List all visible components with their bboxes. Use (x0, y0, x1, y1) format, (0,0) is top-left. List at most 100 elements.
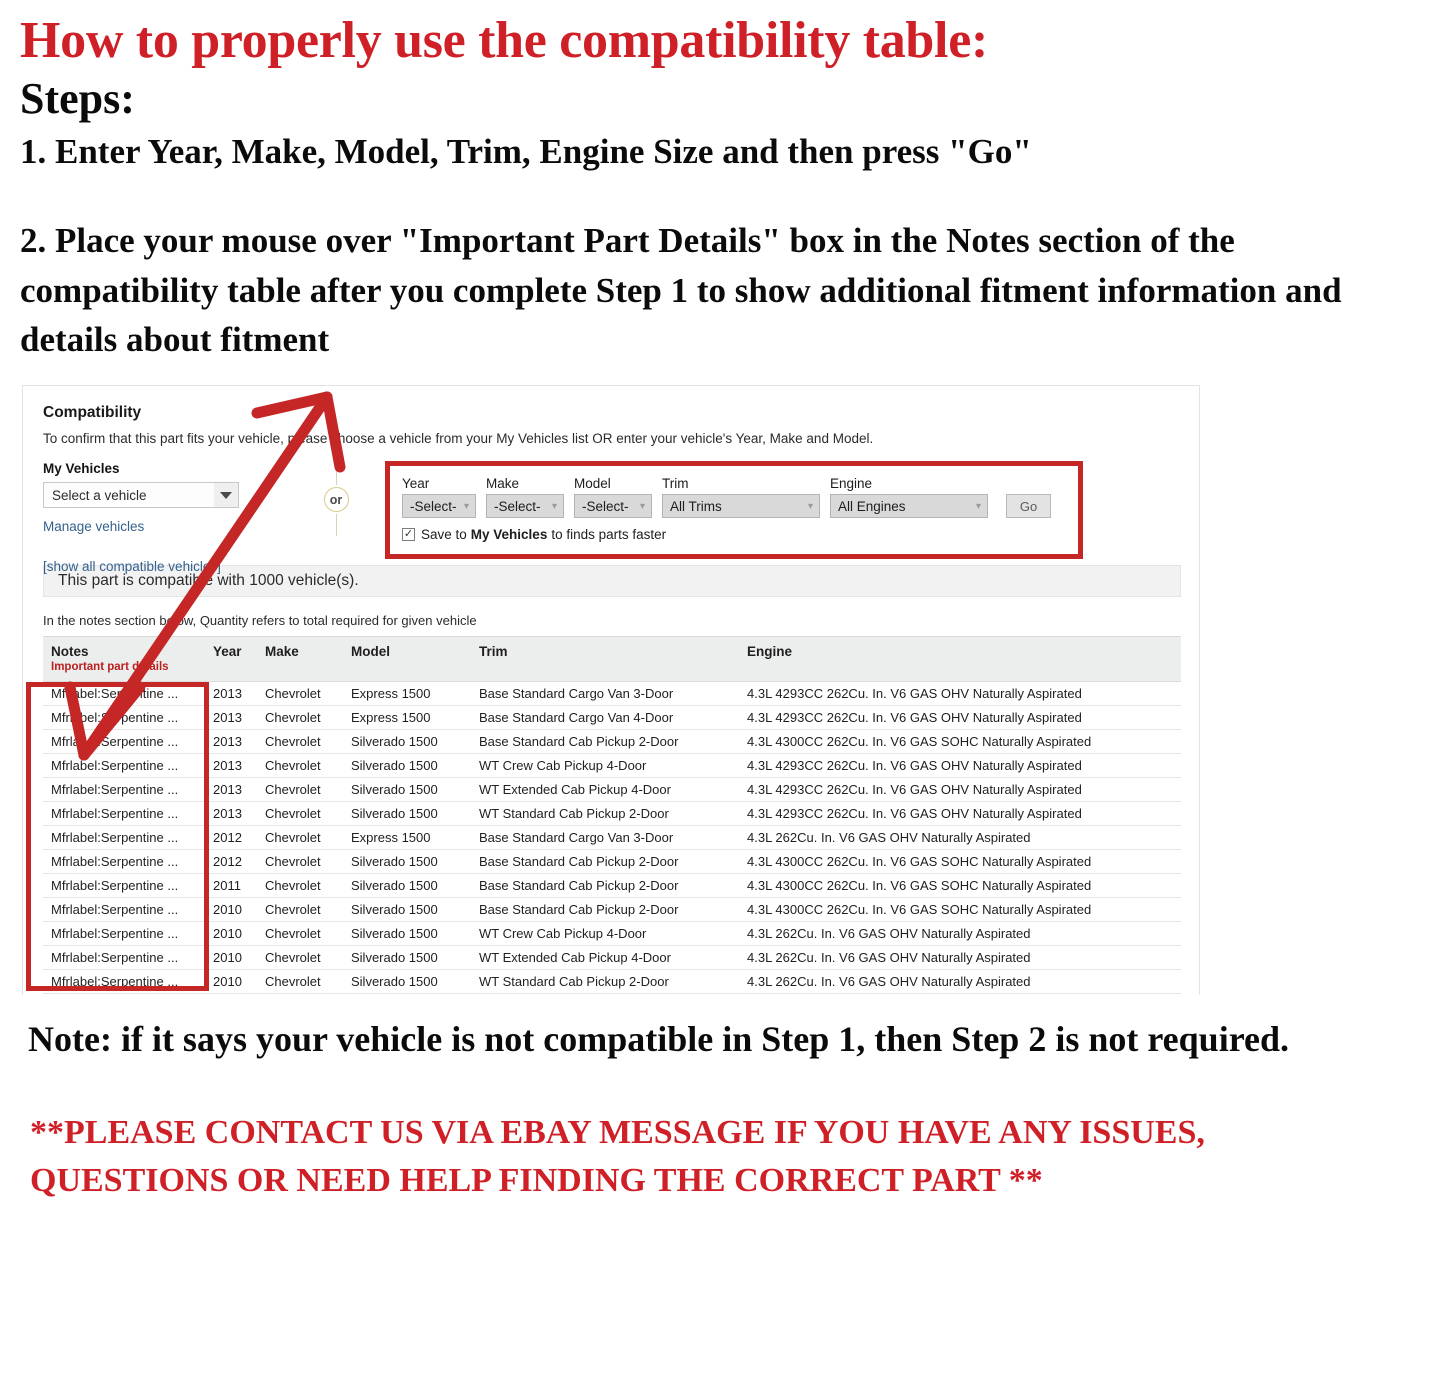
cell-engine: 4.3L 4293CC 262Cu. In. V6 GAS OHV Natura… (739, 801, 1181, 827)
column-header-model: Model (343, 636, 471, 683)
step-1-text: 1. Enter Year, Make, Model, Trim, Engine… (20, 132, 1032, 172)
vehicle-chooser-row: My Vehicles Select a vehicle Manage vehi… (43, 461, 1179, 574)
year-select-value: -Select- (410, 498, 457, 514)
cell-make: Chevrolet (257, 801, 343, 827)
chevron-down-icon (214, 483, 238, 508)
ymm-selector-row: Year -Select- ▾ Make -Select- ▾ Model -S… (402, 476, 1066, 519)
chevron-down-icon: ▾ (975, 500, 982, 512)
cell-year: 2010 (205, 921, 257, 947)
cell-make: Chevrolet (257, 729, 343, 755)
show-all-compatible-vehicles-link[interactable]: [show all compatible vehicles] (43, 559, 293, 574)
cell-notes[interactable]: Mfrlabel:Serpentine ... (43, 921, 205, 947)
cell-trim: WT Extended Cab Pickup 4-Door (471, 777, 739, 803)
column-header-notes-label: Notes (51, 644, 89, 660)
model-select-value: -Select- (582, 498, 629, 514)
save-text-after: to finds parts faster (551, 527, 667, 543)
table-row: Mfrlabel:Serpentine ... 2010 Chevrolet Silv… (43, 897, 1181, 923)
or-badge: or (323, 487, 349, 513)
cell-model: Silverado 1500 (343, 849, 471, 875)
or-divider-line-top (335, 463, 337, 486)
make-select[interactable]: -Select- ▾ (486, 494, 564, 519)
cell-notes[interactable]: Mfrlabel:Serpentine ... (43, 873, 205, 899)
cell-notes[interactable]: Mfrlabel:Serpentine ... (43, 753, 205, 779)
cell-model: Silverado 1500 (343, 945, 471, 971)
cell-year: 2013 (205, 681, 257, 707)
page-title: How to properly use the compatibility ta… (20, 12, 988, 69)
cell-model: Silverado 1500 (343, 729, 471, 755)
cell-notes[interactable]: Mfrlabel:Serpentine ... (43, 705, 205, 731)
year-field-group: Year -Select- ▾ (402, 476, 476, 519)
year-label: Year (402, 476, 430, 492)
or-divider-line-bottom (335, 514, 337, 537)
save-text-before: Save to (421, 527, 467, 543)
model-field-group: Model -Select- ▾ (574, 476, 652, 519)
cell-year: 2010 (205, 945, 257, 971)
cell-make: Chevrolet (257, 969, 343, 995)
cell-model: Silverado 1500 (343, 753, 471, 779)
chevron-down-icon: ▾ (551, 500, 558, 512)
cell-trim: Base Standard Cargo Van 4-Door (471, 705, 739, 731)
trim-label: Trim (662, 476, 689, 492)
steps-heading: Steps: (20, 74, 135, 124)
cell-trim: Base Standard Cab Pickup 2-Door (471, 873, 739, 899)
cell-trim: WT Extended Cab Pickup 4-Door (471, 945, 739, 971)
save-vehicle-checkbox[interactable]: ✓ (402, 528, 415, 542)
cell-notes[interactable]: Mfrlabel:Serpentine ... (43, 897, 205, 923)
fitment-table-head: Notes Important part details Year Make M… (43, 636, 1181, 683)
cell-make: Chevrolet (257, 705, 343, 731)
compatibility-panel-wrapper: Compatibility To confirm that this part … (22, 385, 1200, 996)
cell-notes[interactable]: Mfrlabel:Serpentine ... (43, 945, 205, 971)
cell-year: 2012 (205, 825, 257, 851)
cell-notes[interactable]: Mfrlabel:Serpentine ... (43, 801, 205, 827)
year-select[interactable]: -Select- ▾ (402, 494, 476, 519)
cell-notes[interactable]: Mfrlabel:Serpentine ... (43, 729, 205, 755)
table-row: Mfrlabel:Serpentine ... 2013 Chevrolet Silv… (43, 753, 1181, 779)
cell-make: Chevrolet (257, 897, 343, 923)
save-text-bold: My Vehicles (470, 527, 548, 543)
cell-engine: 4.3L 4293CC 262Cu. In. V6 GAS OHV Natura… (739, 681, 1181, 707)
ymm-selector-highlight-box: Year -Select- ▾ Make -Select- ▾ Model -S… (385, 461, 1083, 560)
cell-model: Silverado 1500 (343, 921, 471, 947)
or-divider: or (293, 461, 379, 537)
notes-quantity-hint: In the notes section below, Quantity ref… (43, 613, 477, 629)
trim-select[interactable]: All Trims ▾ (662, 494, 820, 519)
model-select[interactable]: -Select- ▾ (574, 494, 652, 519)
cell-make: Chevrolet (257, 849, 343, 875)
save-to-my-vehicles-row: ✓ Save to My Vehicles to finds parts fas… (402, 527, 1066, 542)
cell-engine: 4.3L 4300CC 262Cu. In. V6 GAS SOHC Natur… (739, 897, 1181, 923)
cell-notes[interactable]: Mfrlabel:Serpentine ... (43, 825, 205, 851)
cell-make: Chevrolet (257, 777, 343, 803)
important-part-details-label: Important part details (51, 661, 169, 674)
go-button[interactable]: Go (1006, 494, 1051, 519)
trim-select-value: All Trims (670, 498, 722, 514)
cell-trim: Base Standard Cab Pickup 2-Door (471, 897, 739, 923)
column-header-notes: Notes Important part details (43, 636, 205, 683)
cell-notes[interactable]: Mfrlabel:Serpentine ... (43, 849, 205, 875)
cell-year: 2013 (205, 729, 257, 755)
table-row: Mfrlabel:Serpentine ... 2012 Chevrolet Silv… (43, 849, 1181, 875)
my-vehicles-select[interactable]: Select a vehicle (43, 482, 239, 509)
cell-engine: 4.3L 262Cu. In. V6 GAS OHV Naturally Asp… (739, 969, 1181, 995)
cell-make: Chevrolet (257, 921, 343, 947)
column-header-year: Year (205, 636, 257, 683)
cell-year: 2011 (205, 873, 257, 899)
cell-engine: 4.3L 262Cu. In. V6 GAS OHV Naturally Asp… (739, 921, 1181, 947)
cell-make: Chevrolet (257, 825, 343, 851)
manage-vehicles-link[interactable]: Manage vehicles (43, 519, 293, 534)
cell-year: 2013 (205, 753, 257, 779)
my-vehicles-column: My Vehicles Select a vehicle Manage vehi… (43, 461, 293, 574)
cell-notes[interactable]: Mfrlabel:Serpentine ... (43, 969, 205, 995)
chevron-down-icon: ▾ (639, 500, 646, 512)
cell-model: Express 1500 (343, 681, 471, 707)
table-row: Mfrlabel:Serpentine ... 2010 Chevrolet Silv… (43, 945, 1181, 971)
cell-trim: Base Standard Cargo Van 3-Door (471, 825, 739, 851)
table-row: Mfrlabel:Serpentine ... 2010 Chevrolet Silv… (43, 969, 1181, 995)
cell-engine: 4.3L 4300CC 262Cu. In. V6 GAS SOHC Natur… (739, 729, 1181, 755)
cell-notes[interactable]: Mfrlabel:Serpentine ... (43, 681, 205, 707)
cell-year: 2010 (205, 969, 257, 995)
make-field-group: Make -Select- ▾ (486, 476, 564, 519)
cell-year: 2013 (205, 801, 257, 827)
cell-trim: Base Standard Cargo Van 3-Door (471, 681, 739, 707)
engine-select[interactable]: All Engines ▾ (830, 494, 988, 519)
cell-notes[interactable]: Mfrlabel:Serpentine ... (43, 777, 205, 803)
